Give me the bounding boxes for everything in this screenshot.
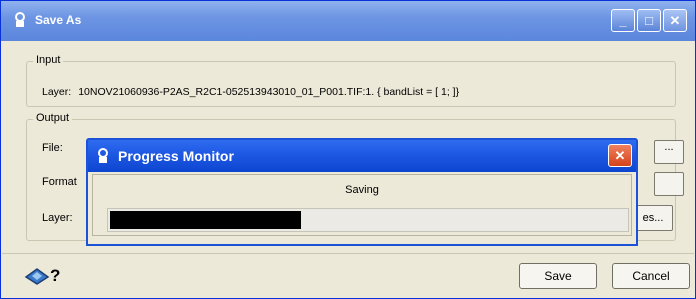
input-group-label: Input — [33, 54, 64, 66]
progress-monitor-title-bar[interactable]: Progress Monitor ✕ — [88, 140, 636, 172]
progress-bar — [107, 208, 629, 232]
app-icon — [15, 12, 25, 27]
footer-divider — [2, 253, 694, 254]
format-label: Format — [42, 176, 77, 188]
cancel-button[interactable]: Cancel — [612, 263, 690, 289]
file-browse-button[interactable]: ... — [654, 140, 684, 164]
maximize-button[interactable]: □ — [637, 9, 661, 32]
progress-panel: Saving — [92, 174, 632, 236]
window-title: Save As — [35, 13, 82, 27]
format-options-button[interactable] — [654, 172, 684, 196]
save-button[interactable]: Save — [519, 263, 597, 289]
progress-close-button[interactable]: ✕ — [608, 144, 632, 167]
svg-text:?: ? — [50, 266, 60, 285]
minimize-button[interactable]: _ — [611, 9, 635, 32]
layer-properties-button[interactable]: es... — [633, 205, 673, 231]
app-icon — [98, 148, 108, 163]
close-button[interactable]: ✕ — [663, 9, 687, 32]
input-layer-label: Layer: — [42, 86, 72, 98]
progress-monitor-title: Progress Monitor — [118, 148, 234, 164]
progress-monitor-dialog: Progress Monitor ✕ Saving — [86, 138, 638, 246]
help-icon[interactable]: ? — [23, 264, 67, 286]
input-layer-value: 10NOV21060936-P2AS_R2C1-052513943010_01_… — [78, 86, 460, 98]
title-bar[interactable]: Save As _ □ ✕ — [1, 1, 695, 41]
output-group-label: Output — [33, 112, 73, 124]
output-layer-label: Layer: — [42, 212, 73, 224]
progress-bar-fill — [110, 211, 301, 229]
input-layer-row: Layer: 10NOV21060936-P2AS_R2C1-0525139430… — [42, 86, 459, 98]
progress-status-text: Saving — [345, 184, 379, 196]
file-label: File: — [42, 142, 63, 154]
input-group: Input Layer: 10NOV21060936-P2AS_R2C1-0525… — [26, 54, 676, 107]
